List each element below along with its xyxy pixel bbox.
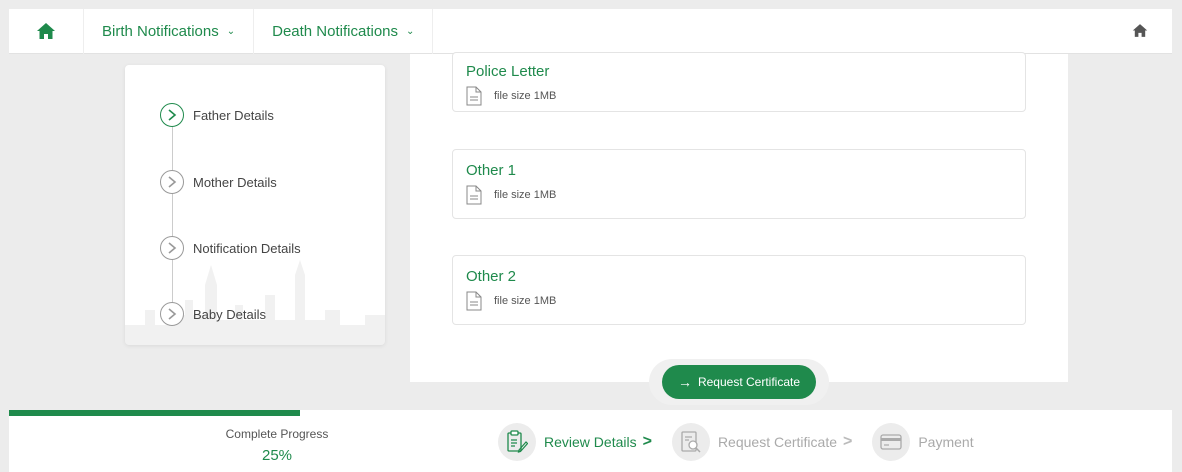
progress-label: Complete Progress <box>225 427 329 441</box>
nav-death-notifications[interactable]: Death Notifications ⌄ <box>254 8 434 54</box>
steps-connector-line <box>172 125 173 315</box>
document-search-icon <box>671 423 710 461</box>
wizard-step-request-certificate[interactable]: Request Certificate > <box>671 423 853 461</box>
document-title: Police Letter <box>466 63 550 80</box>
progress-value: 25% <box>261 447 293 464</box>
progress-fill <box>9 410 300 416</box>
chevron-right-icon: > <box>642 433 652 450</box>
file-icon <box>466 291 482 311</box>
wizard-step-label: Payment <box>918 434 974 450</box>
home-button-right[interactable] <box>1132 23 1148 43</box>
home-icon <box>1132 24 1148 37</box>
step-baby-details[interactable]: Baby Details <box>160 302 266 326</box>
request-certificate-label: Request Certificate <box>697 375 801 389</box>
step-label: Notification Details <box>193 240 301 256</box>
step-notification-details[interactable]: Notification Details <box>160 236 301 260</box>
document-card-police-letter[interactable]: Police Letter file size 1MB <box>452 52 1026 112</box>
wizard-steps: Review Details > Request Certificate > P… <box>498 423 994 461</box>
home-button[interactable] <box>9 8 84 54</box>
chevron-right-circle-icon <box>160 170 184 194</box>
chevron-right-circle-icon <box>160 302 184 326</box>
step-father-details[interactable]: Father Details <box>160 103 274 127</box>
request-certificate-button[interactable]: → Request Certificate <box>662 365 816 399</box>
progress-summary: Complete Progress 25% <box>209 427 345 464</box>
chevron-down-icon: ⌄ <box>406 25 415 37</box>
document-title: Other 2 <box>466 268 517 285</box>
file-size-text: file size 1MB <box>494 295 557 307</box>
step-label: Father Details <box>193 107 274 123</box>
step-label: Baby Details <box>193 306 266 322</box>
nav-birth-notifications[interactable]: Birth Notifications ⌄ <box>84 8 255 54</box>
steps-card: Father Details Mother Details Notificati… <box>125 65 385 345</box>
nav-death-notifications-label: Death Notifications <box>272 22 399 40</box>
home-icon <box>37 23 55 39</box>
document-card-other-1[interactable]: Other 1 file size 1MB <box>452 149 1026 219</box>
file-icon <box>466 86 482 106</box>
document-card-other-2[interactable]: Other 2 file size 1MB <box>452 255 1026 325</box>
progress-track <box>9 410 1172 416</box>
documents-panel: Police Letter file size 1MB Other 1 file… <box>410 52 1068 382</box>
file-size-text: file size 1MB <box>494 90 557 102</box>
top-navbar: Birth Notifications ⌄ Death Notification… <box>9 8 1172 54</box>
credit-card-icon <box>872 423 911 461</box>
document-meta: file size 1MB <box>466 291 1012 311</box>
file-size-text: file size 1MB <box>494 189 557 201</box>
document-meta: file size 1MB <box>466 86 1012 106</box>
step-label: Mother Details <box>193 174 277 190</box>
chevron-right-circle-icon <box>160 236 184 260</box>
bottom-bar: Complete Progress 25% Review Details > R… <box>9 410 1172 472</box>
file-icon <box>466 185 482 205</box>
chevron-down-icon: ⌄ <box>226 25 236 37</box>
arrow-right-icon: → <box>677 374 692 390</box>
nav-birth-notifications-label: Birth Notifications <box>102 22 219 40</box>
wizard-step-label: Review Details <box>544 434 637 450</box>
chevron-right-circle-icon <box>160 103 184 127</box>
wizard-step-payment[interactable]: Payment <box>872 423 974 461</box>
clipboard-edit-icon <box>498 423 536 461</box>
city-skyline-illustration <box>125 260 385 345</box>
document-meta: file size 1MB <box>466 185 1012 205</box>
chevron-right-icon: > <box>843 433 853 450</box>
wizard-step-label: Request Certificate <box>717 434 837 450</box>
document-title: Other 1 <box>466 162 517 179</box>
wizard-step-review-details[interactable]: Review Details > <box>498 423 652 461</box>
request-certificate-button-wrap: → Request Certificate <box>649 359 829 405</box>
step-mother-details[interactable]: Mother Details <box>160 170 277 194</box>
